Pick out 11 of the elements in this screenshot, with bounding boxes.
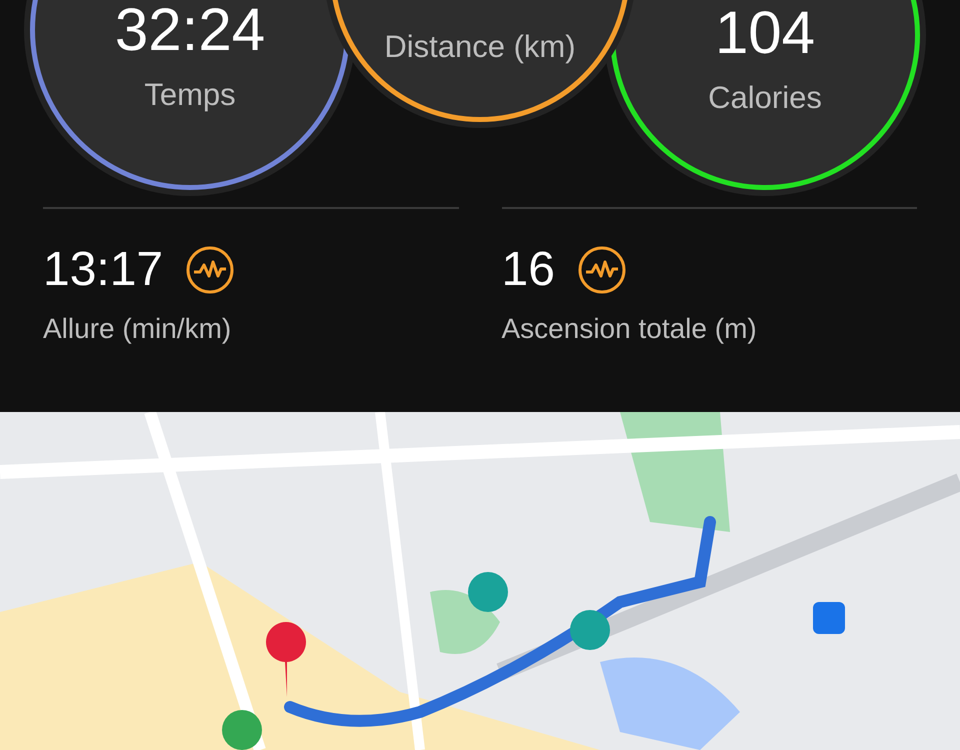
activity-icon [576, 245, 627, 295]
ring-label: Calories [708, 82, 822, 113]
ring-label: Distance (km) [384, 31, 576, 62]
ring-value: 104 [714, 0, 816, 66]
ring-label: Temps [144, 79, 236, 110]
ring-value: 32:24 [114, 0, 266, 63]
activity-icon [185, 245, 236, 295]
stat-label: Ascension totale (m) [502, 313, 758, 345]
stat-label: Allure (min/km) [43, 313, 232, 345]
stat-value: 13:17 [43, 246, 164, 294]
stat-value: 16 [502, 246, 555, 294]
